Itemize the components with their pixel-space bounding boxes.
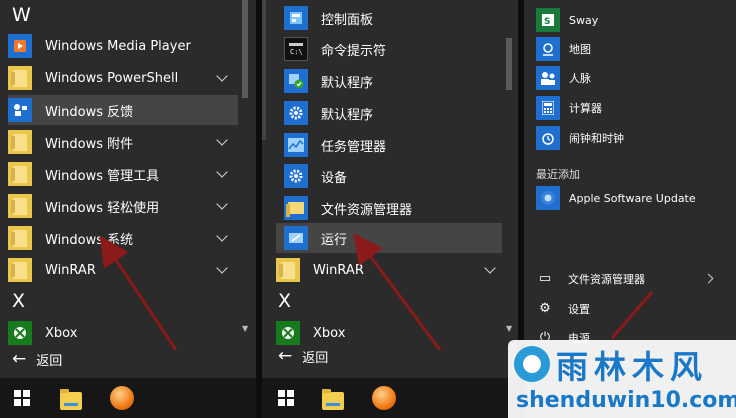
folder-icon — [8, 258, 32, 282]
letter-header-w[interactable]: W — [12, 4, 31, 26]
watermark-title: 雨林木风 — [556, 348, 709, 386]
app-item-file-explorer[interactable]: 文件资源管理器 — [284, 193, 502, 223]
file-explorer-button[interactable]: ▭ 文件资源管理器 — [538, 271, 645, 287]
scrollbar-thumb[interactable] — [242, 0, 248, 98]
app-item-windows-powershell[interactable]: Windows PowerShell — [8, 63, 238, 93]
map-icon — [536, 37, 560, 61]
app-item-run[interactable]: 运行 — [276, 223, 502, 253]
svg-text:S: S — [544, 17, 550, 27]
app-item-windows-accessories[interactable]: Windows 附件 — [8, 127, 238, 157]
control-panel-icon — [284, 6, 308, 30]
folder-icon — [8, 226, 32, 250]
task-manager-icon — [284, 133, 308, 157]
app-item-task-manager[interactable]: 任务管理器 — [284, 130, 502, 160]
folder-icon — [8, 162, 32, 186]
feedback-icon — [8, 98, 32, 122]
app-item-maps[interactable]: 地图 — [536, 37, 591, 61]
start-menu-left: W Windows Media Player Windows PowerShel… — [0, 0, 256, 418]
app-item-windows-admin-tools[interactable]: Windows 管理工具 — [8, 159, 238, 189]
watermark-url: shenduwin10.com — [516, 388, 736, 413]
folder-icon — [284, 196, 308, 220]
app-item-calculator[interactable]: 计算器 — [536, 96, 602, 120]
scroll-track — [262, 0, 266, 140]
taskbar — [0, 378, 256, 418]
media-player-icon — [8, 34, 32, 58]
app-item-winrar[interactable]: WinRAR — [276, 255, 506, 285]
app-item-xbox[interactable]: Xbox — [276, 318, 506, 348]
app-item-alarms-clock[interactable]: 闹钟和时钟 — [536, 126, 624, 150]
svg-text:C:\: C:\ — [290, 48, 303, 55]
chevron-down-icon — [216, 262, 228, 274]
file-explorer-taskbar-icon[interactable] — [322, 389, 344, 410]
command-prompt-icon: C:\ — [284, 37, 308, 61]
run-icon — [284, 226, 308, 250]
chevron-down-icon — [216, 70, 228, 82]
app-item-control-panel[interactable]: 控制面板 — [284, 3, 502, 33]
app-item-apple-software-update[interactable]: Apple Software Update — [536, 186, 696, 210]
chevron-down-icon — [216, 166, 228, 178]
watermark: 雨林木风 shenduwin10.com — [508, 340, 736, 418]
folder-icon — [8, 194, 32, 218]
letter-header-x[interactable]: X — [278, 290, 291, 312]
settings-button[interactable]: ⚙ 设置 — [538, 301, 590, 317]
chevron-right-icon[interactable] — [703, 273, 714, 284]
chevron-down-icon — [216, 198, 228, 210]
chevron-down-icon — [216, 230, 228, 242]
app-item-windows-system[interactable]: Windows 系统 — [8, 223, 238, 253]
chevron-down-icon — [216, 134, 228, 146]
people-icon — [536, 66, 560, 90]
back-button[interactable]: ← 返回 — [278, 346, 328, 366]
sway-icon: S — [536, 8, 560, 32]
back-arrow-icon: ← — [12, 349, 27, 369]
windows-start-icon[interactable] — [278, 390, 294, 406]
letter-header-x[interactable]: X — [12, 290, 25, 312]
scroll-down-icon[interactable]: ▼ — [242, 324, 248, 333]
folder-icon — [8, 66, 32, 90]
default-programs-icon — [284, 69, 308, 93]
xbox-icon — [276, 321, 300, 345]
app-item-default-programs[interactable]: 默认程序 — [284, 66, 502, 96]
windows-start-icon[interactable] — [14, 390, 30, 406]
app-item-sway[interactable]: S Sway — [536, 8, 598, 32]
app-taskbar-icon[interactable] — [372, 386, 396, 410]
alarm-clock-icon — [536, 126, 560, 150]
scroll-down-icon[interactable]: ▼ — [506, 324, 512, 333]
gear-icon — [284, 164, 308, 188]
app-item-windows-feedback[interactable]: Windows 反馈 — [8, 95, 238, 125]
file-explorer-taskbar-icon[interactable] — [60, 389, 82, 410]
back-arrow-icon: ← — [278, 346, 293, 366]
scrollbar-thumb[interactable] — [506, 38, 512, 90]
folder-icon — [276, 258, 300, 282]
back-button[interactable]: ← 返回 — [12, 349, 62, 369]
watermark-logo-icon — [514, 346, 550, 382]
chevron-down-icon — [484, 262, 496, 274]
taskbar — [262, 378, 518, 418]
app-item-windows-ease-of-access[interactable]: Windows 轻松使用 — [8, 191, 238, 221]
app-taskbar-icon[interactable] — [110, 386, 134, 410]
folder-icon — [8, 130, 32, 154]
xbox-icon — [8, 321, 32, 345]
app-item-devices[interactable]: 设备 — [284, 161, 502, 191]
gear-icon — [284, 101, 308, 125]
recently-added-header: 最近添加 — [536, 168, 580, 181]
gear-icon: ⚙ — [539, 301, 551, 316]
apple-software-update-icon — [536, 186, 560, 210]
app-item-people[interactable]: 人脉 — [536, 66, 591, 90]
app-item-winrar[interactable]: WinRAR — [8, 255, 238, 285]
folder-outline-icon: ▭ — [538, 271, 552, 286]
calculator-icon — [536, 96, 560, 120]
start-menu-middle: 控制面板 C:\ 命令提示符 默认程序 默认程序 任务管理器 设备 文件资源管理… — [262, 0, 518, 418]
app-item-windows-media-player[interactable]: Windows Media Player — [8, 31, 238, 61]
app-item-command-prompt[interactable]: C:\ 命令提示符 — [284, 34, 502, 64]
app-item-default-programs-settings[interactable]: 默认程序 — [284, 98, 502, 128]
app-item-xbox[interactable]: Xbox — [8, 318, 238, 348]
